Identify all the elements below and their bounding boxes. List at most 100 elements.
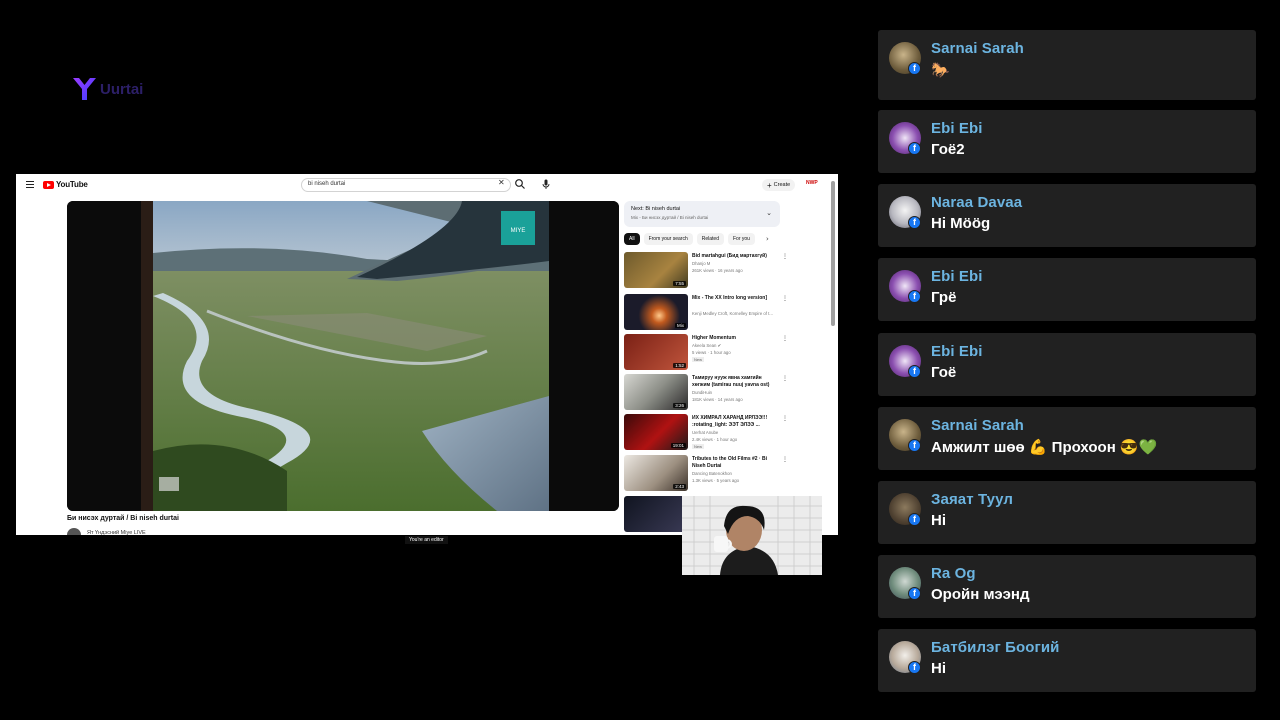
stream-canvas: Uurtai YouTube bi niseh durtai ✕ + Create… bbox=[0, 0, 1280, 720]
more-options-icon[interactable]: ⋮ bbox=[782, 295, 788, 302]
recommendation-channel: Uerhat Anube bbox=[692, 430, 719, 435]
duration-badge: 1:52 bbox=[673, 363, 686, 368]
chevron-down-icon[interactable]: ⌄ bbox=[766, 209, 772, 217]
chat-text: Hi bbox=[931, 512, 946, 529]
recommendation-title: Higher Momentum bbox=[692, 335, 736, 341]
recommendation-item[interactable]: 7:55 Bid martahgui (Бид мартахгүй) Dhanj… bbox=[624, 252, 788, 290]
duration-badge: 3:26 bbox=[673, 403, 686, 408]
search-input[interactable]: bi niseh durtai bbox=[301, 178, 511, 192]
recommendation-title: Tributes to the Old Films #2 · Bi Niseh … bbox=[692, 456, 768, 469]
facebook-icon: f bbox=[908, 439, 921, 452]
recommendation-item[interactable]: 1:52 Higher Momentum Akeela Sean ✔ 5 vie… bbox=[624, 334, 788, 372]
chat-text: Амжилт шөө 💪 Прохоон 😎💚 bbox=[931, 439, 1158, 456]
chip-related[interactable]: Related bbox=[696, 233, 724, 245]
youtube-logo-text: YouTube bbox=[56, 180, 88, 189]
chat-author: Naraa Davaa bbox=[931, 194, 1023, 211]
chat-message: f Ra Og Оройн мээнд bbox=[878, 555, 1256, 618]
recommendation-item[interactable]: 3:26 Тамируу нууж явна хамгийн хөгжим (t… bbox=[624, 374, 788, 412]
clear-search-icon[interactable]: ✕ bbox=[498, 178, 505, 187]
youtube-logo[interactable]: YouTube bbox=[43, 180, 88, 189]
more-options-icon[interactable]: ⋮ bbox=[782, 253, 788, 260]
video-thumbnail: 1:52 bbox=[624, 334, 688, 370]
more-options-icon[interactable]: ⋮ bbox=[782, 335, 788, 342]
chat-author: Батбилэг Боогий bbox=[931, 639, 1060, 656]
chat-author: Sarnai Sarah bbox=[931, 40, 1024, 57]
recommendation-title: Тамируу нууж явна хамгийн хөгжим (tamira… bbox=[692, 375, 770, 388]
recommendation-channel: Akeela Sean ✔ bbox=[692, 343, 722, 348]
recommendation-item[interactable]: 2:43 Tributes to the Old Films #2 · Bi N… bbox=[624, 455, 788, 493]
editor-notice: You're an editor bbox=[405, 536, 448, 544]
up-next-title: Next: Bi niseh durtai bbox=[631, 206, 681, 212]
video-title: Би нисэх дуртай / Bi niseh durtai bbox=[67, 515, 179, 522]
chat-message: f Sarnai Sarah 🐎 bbox=[878, 30, 1256, 100]
more-options-icon[interactable]: ⋮ bbox=[782, 456, 788, 463]
chat-message: f Батбилэг Боогий Hi bbox=[878, 629, 1256, 692]
chat-text: Гоё2 bbox=[931, 141, 965, 158]
filter-chips: All From your search Related For you bbox=[624, 233, 755, 245]
duration-badge: Mix bbox=[675, 323, 686, 328]
chat-text: 🐎 bbox=[931, 62, 950, 79]
page-scrollbar[interactable] bbox=[831, 181, 835, 326]
video-thumbnail: 7:55 bbox=[624, 252, 688, 288]
create-button[interactable]: + Create bbox=[762, 179, 796, 191]
chat-text: Hi Möög bbox=[931, 215, 991, 232]
search-icon[interactable] bbox=[514, 178, 526, 190]
recommendation-title: ИХ ХИМРАЛ ХАРАНД ИРЛЭЭ!!! :rotating_ligh… bbox=[692, 415, 768, 428]
shared-screen-youtube: YouTube bi niseh durtai ✕ + Create NWP M… bbox=[16, 174, 838, 546]
facebook-icon: f bbox=[908, 216, 921, 229]
more-options-icon[interactable]: ⋮ bbox=[782, 415, 788, 422]
recommendation-channel: Dancing Batenokhon bbox=[692, 471, 732, 476]
hamburger-menu-icon[interactable] bbox=[26, 181, 34, 188]
webcam-overlay bbox=[682, 496, 822, 575]
video-thumbnail: 19:01 bbox=[624, 414, 688, 450]
chip-from-search[interactable]: From your search bbox=[643, 233, 693, 245]
microphone-icon[interactable] bbox=[540, 178, 552, 190]
up-next-panel[interactable]: Next: Bi niseh durtai Mix - Би нисэх дур… bbox=[624, 201, 780, 227]
brand-y-icon bbox=[73, 78, 96, 100]
duration-badge: 7:55 bbox=[673, 281, 686, 286]
chat-text: Оройн мээнд bbox=[931, 586, 1030, 603]
video-watermark: MIYE bbox=[511, 228, 526, 234]
up-next-subtitle: Mix - Би нисэх дуртай / Bi niseh durtai bbox=[631, 215, 709, 220]
recommendation-item[interactable]: Mix Mix - The XX Intro long version] Ken… bbox=[624, 294, 788, 332]
chat-message: f Ebi Ebi Гоё bbox=[878, 333, 1256, 396]
chat-message: f Naraa Davaa Hi Möög bbox=[878, 184, 1256, 247]
recommendation-stats: 2.4K views · 1 hour ago bbox=[692, 437, 738, 442]
more-options-icon[interactable]: ⋮ bbox=[782, 375, 788, 382]
video-thumbnail: 3:26 bbox=[624, 374, 688, 410]
duration-badge: 19:01 bbox=[670, 443, 686, 448]
chat-author: Sarnai Sarah bbox=[931, 417, 1024, 434]
video-thumbnail: 2:43 bbox=[624, 455, 688, 491]
account-avatar[interactable]: NWP bbox=[806, 180, 818, 186]
chat-message: f Заяат Туул Hi bbox=[878, 481, 1256, 544]
recommendation-channel: Kenji Medley Croft, Kornelley Empire of … bbox=[692, 311, 773, 316]
recommendation-stats: 181K views · 14 years ago bbox=[692, 397, 743, 402]
chip-all[interactable]: All bbox=[624, 233, 640, 245]
recommendation-item[interactable]: 19:01 ИХ ХИМРАЛ ХАРАНД ИРЛЭЭ!!! :rotatin… bbox=[624, 414, 788, 452]
chat-message: f Ebi Ebi Гоё2 bbox=[878, 110, 1256, 173]
recommendation-stats: 5 views · 1 hour ago bbox=[692, 350, 731, 355]
recommendation-stats: 1.3K views · 5 years ago bbox=[692, 478, 740, 483]
brand-logo-text: Uurtai bbox=[100, 80, 144, 98]
recommendation-title: Bid martahgui (Бид мартахгүй) bbox=[692, 253, 767, 259]
chat-author: Ra Og bbox=[931, 565, 976, 582]
facebook-icon: f bbox=[908, 365, 921, 378]
video-frame-image: MIYE bbox=[67, 201, 619, 511]
webcam-image bbox=[682, 496, 822, 575]
youtube-header: YouTube bi niseh durtai ✕ + Create NWP bbox=[16, 174, 838, 196]
chat-author: Заяат Туул bbox=[931, 491, 1013, 508]
video-thumbnail: Mix bbox=[624, 294, 688, 330]
chip-for-you[interactable]: For you bbox=[727, 233, 755, 245]
recommendation-title: Mix - The XX Intro long version] bbox=[692, 295, 768, 301]
facebook-icon: f bbox=[908, 661, 921, 674]
new-badge: New bbox=[692, 444, 705, 449]
video-player[interactable]: MIYE bbox=[67, 201, 619, 511]
new-badge: New bbox=[692, 357, 705, 362]
facebook-icon: f bbox=[908, 290, 921, 303]
chat-author: Ebi Ebi bbox=[931, 343, 983, 360]
chevron-right-icon[interactable]: › bbox=[766, 235, 769, 243]
duration-badge: 2:43 bbox=[673, 484, 686, 489]
plus-icon: + bbox=[767, 180, 772, 190]
chat-text: Hi bbox=[931, 660, 946, 677]
chat-author: Ebi Ebi bbox=[931, 268, 983, 285]
